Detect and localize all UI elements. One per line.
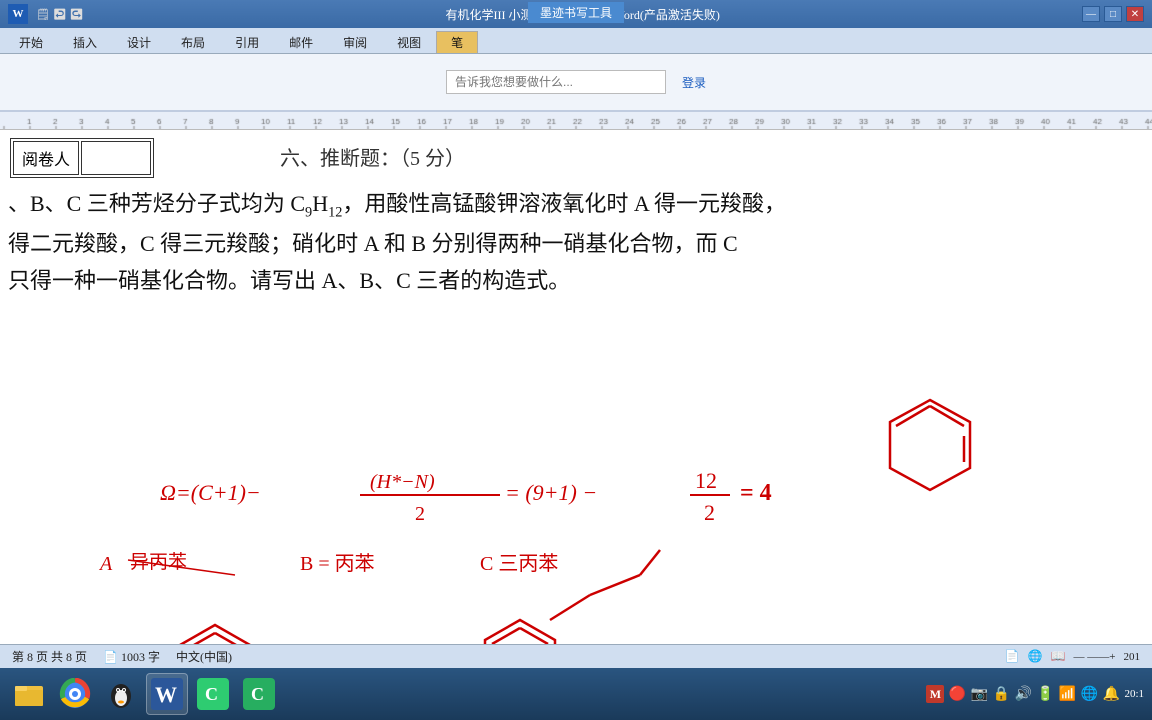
titlebar: W 🗒 ↩ ↪ 有机化学III 小测验 [兼容模式] - Word(产品激活失败… [0,0,1152,28]
tray-icon-6[interactable]: 📶 [1058,685,1076,703]
svg-text:C 三丙苯: C 三丙苯 [480,552,558,575]
page-count: 第 8 页 共 8 页 [12,648,87,665]
word-count: 📄 1003 字 [103,648,160,665]
svg-text:2: 2 [704,500,715,525]
taskbar-right: M 🔴 📷 🔒 🔊 🔋 📶 🌐 🔔 20:1 [926,685,1144,703]
system-tray: M 🔴 📷 🔒 🔊 🔋 📶 🌐 🔔 [926,685,1120,703]
language: 中文(中国) [176,648,232,665]
doc-line-2: 得二元羧酸，C 得三元羧酸；硝化时 A 和 B 分别得两种一硝基化合物，而 C [8,225,1144,262]
taskbar-green-app[interactable]: C [192,673,234,715]
svg-text:异丙苯: 异丙苯 [130,551,187,573]
tab-mail[interactable]: 邮件 [274,31,328,53]
tab-pen[interactable]: 笔 [436,31,478,53]
zoom-level: 201 [1124,651,1141,663]
svg-text:(H*−N): (H*−N) [370,471,435,493]
tray-wifi[interactable]: 🌐 [1080,685,1098,703]
taskbar: W C C M 🔴 📷 🔒 🔊 🔋 📶 🌐 🔔 [0,668,1152,720]
review-score [81,141,151,175]
page-header: 六、推断题：（5 分） [280,142,465,171]
document-text: 、B、C 三种芳烃分子式均为 C9H12，用酸性高锰酸钾溶液氧化时 A 得一元羧… [8,185,1144,299]
search-bar: 登录 [8,70,1144,94]
tray-m[interactable]: M [926,685,944,703]
view-mode-web[interactable]: 🌐 [1028,649,1043,664]
doc-line-3: 只得一种一硝基化合物。请写出 A、B、C 三者的构造式。 [8,262,1144,299]
zoom-slider[interactable]: — ——+ [1074,651,1116,663]
review-label: 阅卷人 [13,141,79,175]
tab-view[interactable]: 视图 [382,31,436,53]
taskbar-c-app[interactable]: C [238,673,280,715]
tab-layout[interactable]: 布局 [166,31,220,53]
svg-text:12: 12 [695,468,717,493]
tab-insert[interactable]: 插入 [58,31,112,53]
ink-tools-tab[interactable]: 墨迹书写工具 [528,2,624,23]
maximize-button[interactable]: □ [1104,6,1122,22]
titlebar-controls: — □ ✕ [1082,6,1144,22]
doc-line-1: 、B、C 三种芳烃分子式均为 C9H12，用酸性高锰酸钾溶液氧化时 A 得一元羧… [8,185,1144,225]
view-mode-read[interactable]: 📖 [1051,649,1066,664]
svg-text:W: W [155,682,177,707]
search-input[interactable] [446,70,666,94]
time: 20:1 [1124,687,1144,701]
clock[interactable]: 20:1 [1124,687,1144,701]
taskbar-chrome[interactable] [54,673,96,715]
login-button[interactable]: 登录 [682,74,706,91]
ruler [0,112,1152,130]
view-mode-print[interactable]: 📄 [1005,649,1020,664]
tray-icon-5[interactable]: 🔋 [1036,685,1054,703]
svg-text:A: A [98,553,113,575]
word-icon: W [8,4,28,24]
tray-icon-4[interactable]: 🔊 [1014,685,1032,703]
ribbon-bar: 登录 [0,54,1152,112]
tab-review[interactable]: 审阅 [328,31,382,53]
tab-references[interactable]: 引用 [220,31,274,53]
svg-text:C: C [251,684,264,704]
svg-text:2: 2 [415,503,425,525]
tab-start[interactable]: 开始 [4,31,58,53]
taskbar-file-manager[interactable] [8,673,50,715]
review-table: 阅卷人 [10,138,154,178]
taskbar-penguin[interactable] [100,673,142,715]
svg-text:= (9+1) −: = (9+1) − [505,480,597,505]
close-button[interactable]: ✕ [1126,6,1144,22]
tray-icon-1[interactable]: 🔴 [948,685,966,703]
tray-icon-2[interactable]: 📷 [970,685,988,703]
statusbar: 第 8 页 共 8 页 📄 1003 字 中文(中国) 📄 🌐 📖 — ——+ … [0,644,1152,668]
svg-text:Ω=(C+1)−: Ω=(C+1)− [160,480,261,505]
svg-text:C: C [205,684,218,704]
taskbar-word[interactable]: W [146,673,188,715]
document-area[interactable]: 阅卷人 六、推断题：（5 分） 、B、C 三种芳烃分子式均为 C9H12，用酸性… [0,130,1152,660]
svg-text:B = 丙苯: B = 丙苯 [300,552,375,575]
tray-volume[interactable]: 🔔 [1102,685,1120,703]
minimize-button[interactable]: — [1082,6,1100,22]
svg-text:= 4: = 4 [740,480,772,506]
tray-icon-3[interactable]: 🔒 [992,685,1010,703]
titlebar-left: W 🗒 ↩ ↪ [8,4,83,24]
tab-design[interactable]: 设计 [112,31,166,53]
quick-access: 🗒 ↩ ↪ [36,8,83,21]
ribbon-tabs: 开始 插入 设计 布局 引用 邮件 审阅 视图 笔 [0,28,1152,54]
